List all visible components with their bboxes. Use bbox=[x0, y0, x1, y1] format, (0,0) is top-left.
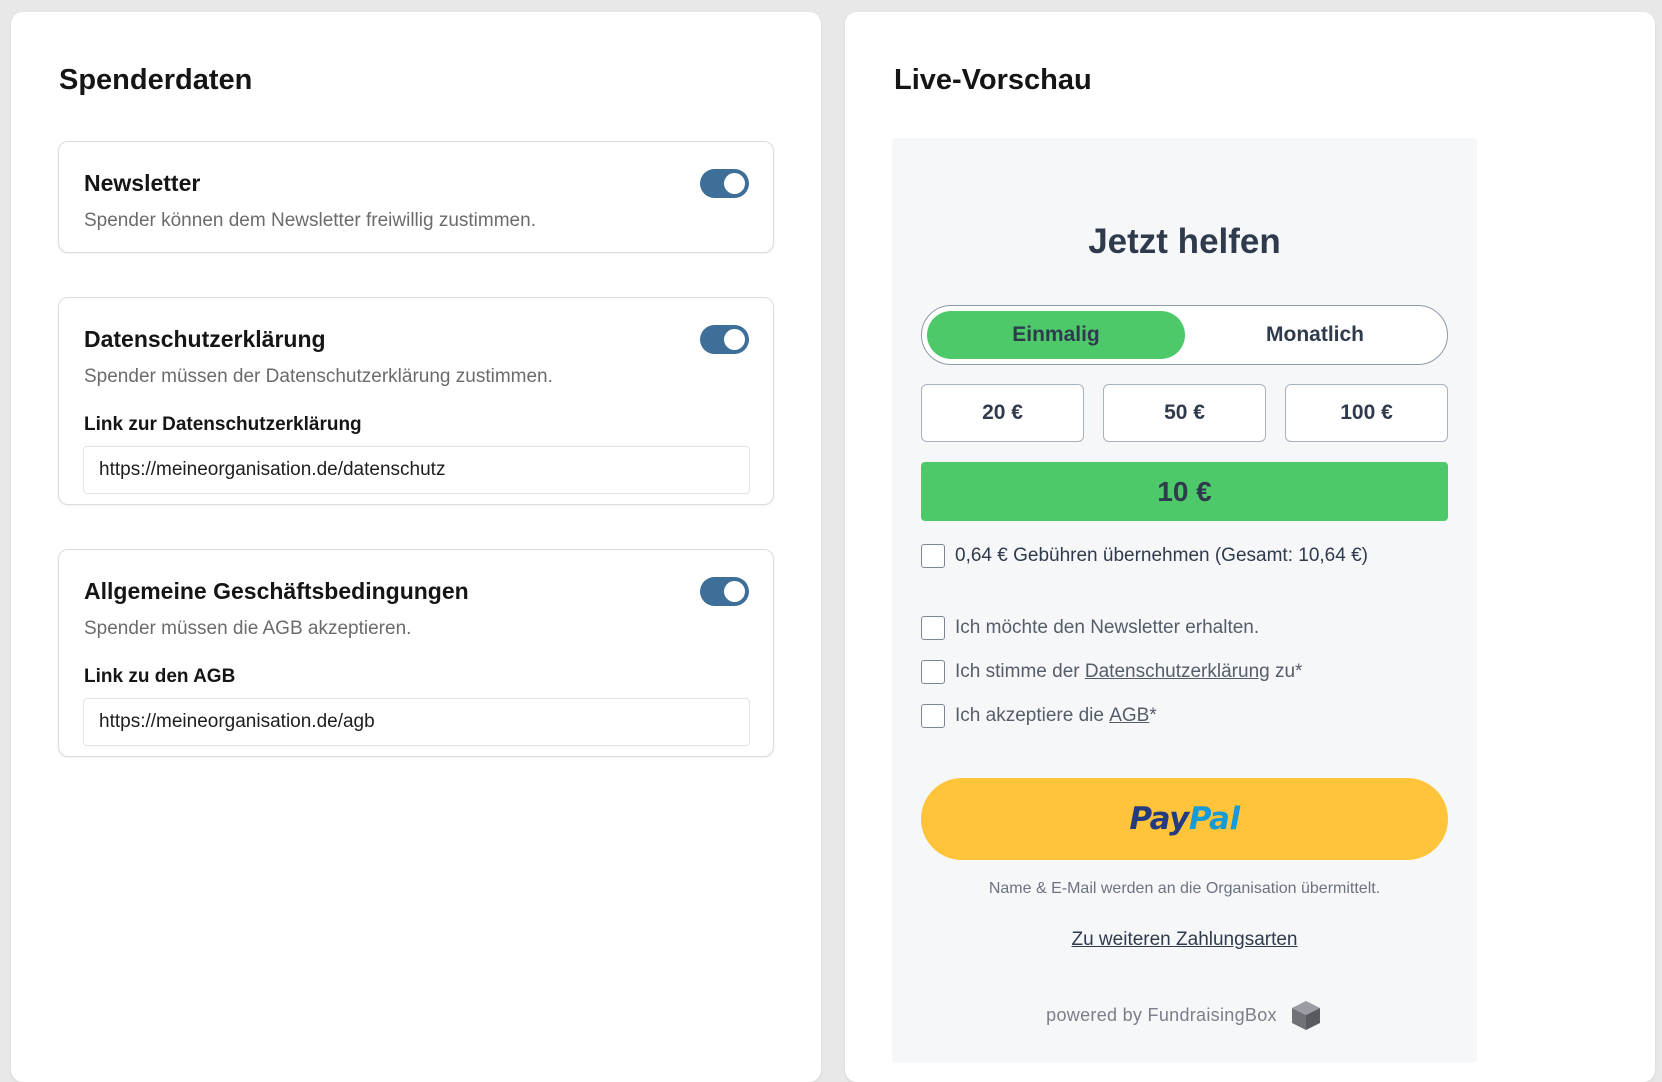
frequency-once-button[interactable]: Einmalig bbox=[927, 311, 1185, 359]
newsletter-consent-row: Ich möchte den Newsletter erhalten. bbox=[921, 616, 1259, 640]
card-title: Datenschutzerklärung bbox=[84, 326, 326, 352]
paypal-logo: PayPal bbox=[1129, 801, 1240, 837]
privacy-consent-prefix: Ich stimme der bbox=[955, 661, 1085, 682]
terms-card: Allgemeine Geschäftsbedingungen Spender … bbox=[58, 549, 774, 757]
privacy-consent-suffix: zu* bbox=[1269, 661, 1303, 682]
privacy-link-label: Link zur Datenschutzerklärung bbox=[84, 414, 362, 435]
cube-icon bbox=[1291, 1001, 1320, 1030]
panel-title: Spenderdaten bbox=[59, 64, 253, 96]
toggle-knob bbox=[724, 329, 745, 350]
privacy-policy-card: Datenschutzerklärung Spender müssen der … bbox=[58, 297, 774, 505]
privacy-policy-toggle[interactable] bbox=[700, 325, 749, 354]
privacy-link-input[interactable] bbox=[83, 446, 750, 494]
powered-by-text: powered by FundraisingBox bbox=[1046, 1004, 1277, 1025]
privacy-consent-row: Ich stimme der Datenschutzerklärung zu* bbox=[921, 660, 1302, 684]
card-description: Spender müssen die AGB akzeptieren. bbox=[84, 618, 412, 639]
newsletter-card: Newsletter Spender können dem Newsletter… bbox=[58, 141, 774, 253]
terms-consent-row: Ich akzeptiere die AGB * bbox=[921, 704, 1157, 728]
panel-title: Live-Vorschau bbox=[894, 64, 1092, 96]
frequency-switch: Einmalig Monatlich bbox=[921, 305, 1448, 365]
paypal-logo-pay: Pay bbox=[1129, 801, 1189, 837]
terms-consent-prefix: Ich akzeptiere die bbox=[955, 705, 1110, 726]
terms-link-input[interactable] bbox=[83, 698, 750, 746]
more-payment-methods: Zu weiteren Zahlungsarten bbox=[892, 929, 1477, 951]
donation-form-preview: Jetzt helfen Einmalig Monatlich 20 € 50 … bbox=[892, 138, 1477, 1063]
terms-link-label: Link zu den AGB bbox=[84, 666, 236, 687]
amount-100-button[interactable]: 100 € bbox=[1285, 384, 1448, 442]
fee-label: 0,64 € Gebühren übernehmen (Gesamt: 10,6… bbox=[955, 545, 1368, 566]
paypal-logo-pal: Pal bbox=[1188, 801, 1240, 837]
form-heading: Jetzt helfen bbox=[1088, 222, 1281, 261]
card-description: Spender müssen der Datenschutzerklärung … bbox=[84, 366, 553, 387]
amount-20-button[interactable]: 20 € bbox=[921, 384, 1084, 442]
frequency-monthly-button[interactable]: Monatlich bbox=[1186, 311, 1444, 359]
card-title: Newsletter bbox=[84, 170, 201, 196]
privacy-checkbox[interactable] bbox=[921, 660, 945, 684]
terms-consent-suffix: * bbox=[1149, 705, 1157, 726]
toggle-knob bbox=[724, 581, 745, 602]
live-preview-panel: Live-Vorschau Jetzt helfen Einmalig Mona… bbox=[845, 12, 1655, 1082]
terms-checkbox[interactable] bbox=[921, 704, 945, 728]
paypal-button[interactable]: PayPal bbox=[921, 778, 1448, 860]
data-transfer-info: Name & E-Mail werden an die Organisation… bbox=[988, 880, 1381, 897]
card-title: Allgemeine Geschäftsbedingungen bbox=[84, 578, 469, 604]
donor-data-panel: Spenderdaten Newsletter Spender können d… bbox=[11, 12, 821, 1082]
fee-checkbox[interactable] bbox=[921, 544, 945, 568]
newsletter-checkbox[interactable] bbox=[921, 616, 945, 640]
powered-by-footer: powered by FundraisingBox bbox=[892, 998, 1477, 1032]
custom-amount-field[interactable]: 10 € bbox=[921, 462, 1448, 521]
newsletter-toggle[interactable] bbox=[700, 169, 749, 198]
fee-row: 0,64 € Gebühren übernehmen (Gesamt: 10,6… bbox=[921, 544, 1368, 568]
toggle-knob bbox=[724, 173, 745, 194]
privacy-policy-link[interactable]: Datenschutzerklärung bbox=[1085, 661, 1270, 683]
terms-link[interactable]: AGB bbox=[1109, 705, 1149, 727]
amount-50-button[interactable]: 50 € bbox=[1103, 384, 1266, 442]
card-description: Spender können dem Newsletter freiwillig… bbox=[84, 210, 536, 231]
newsletter-consent-label: Ich möchte den Newsletter erhalten. bbox=[955, 617, 1260, 638]
terms-toggle[interactable] bbox=[700, 577, 749, 606]
more-payment-methods-link[interactable]: Zu weiteren Zahlungsarten bbox=[1071, 929, 1297, 950]
